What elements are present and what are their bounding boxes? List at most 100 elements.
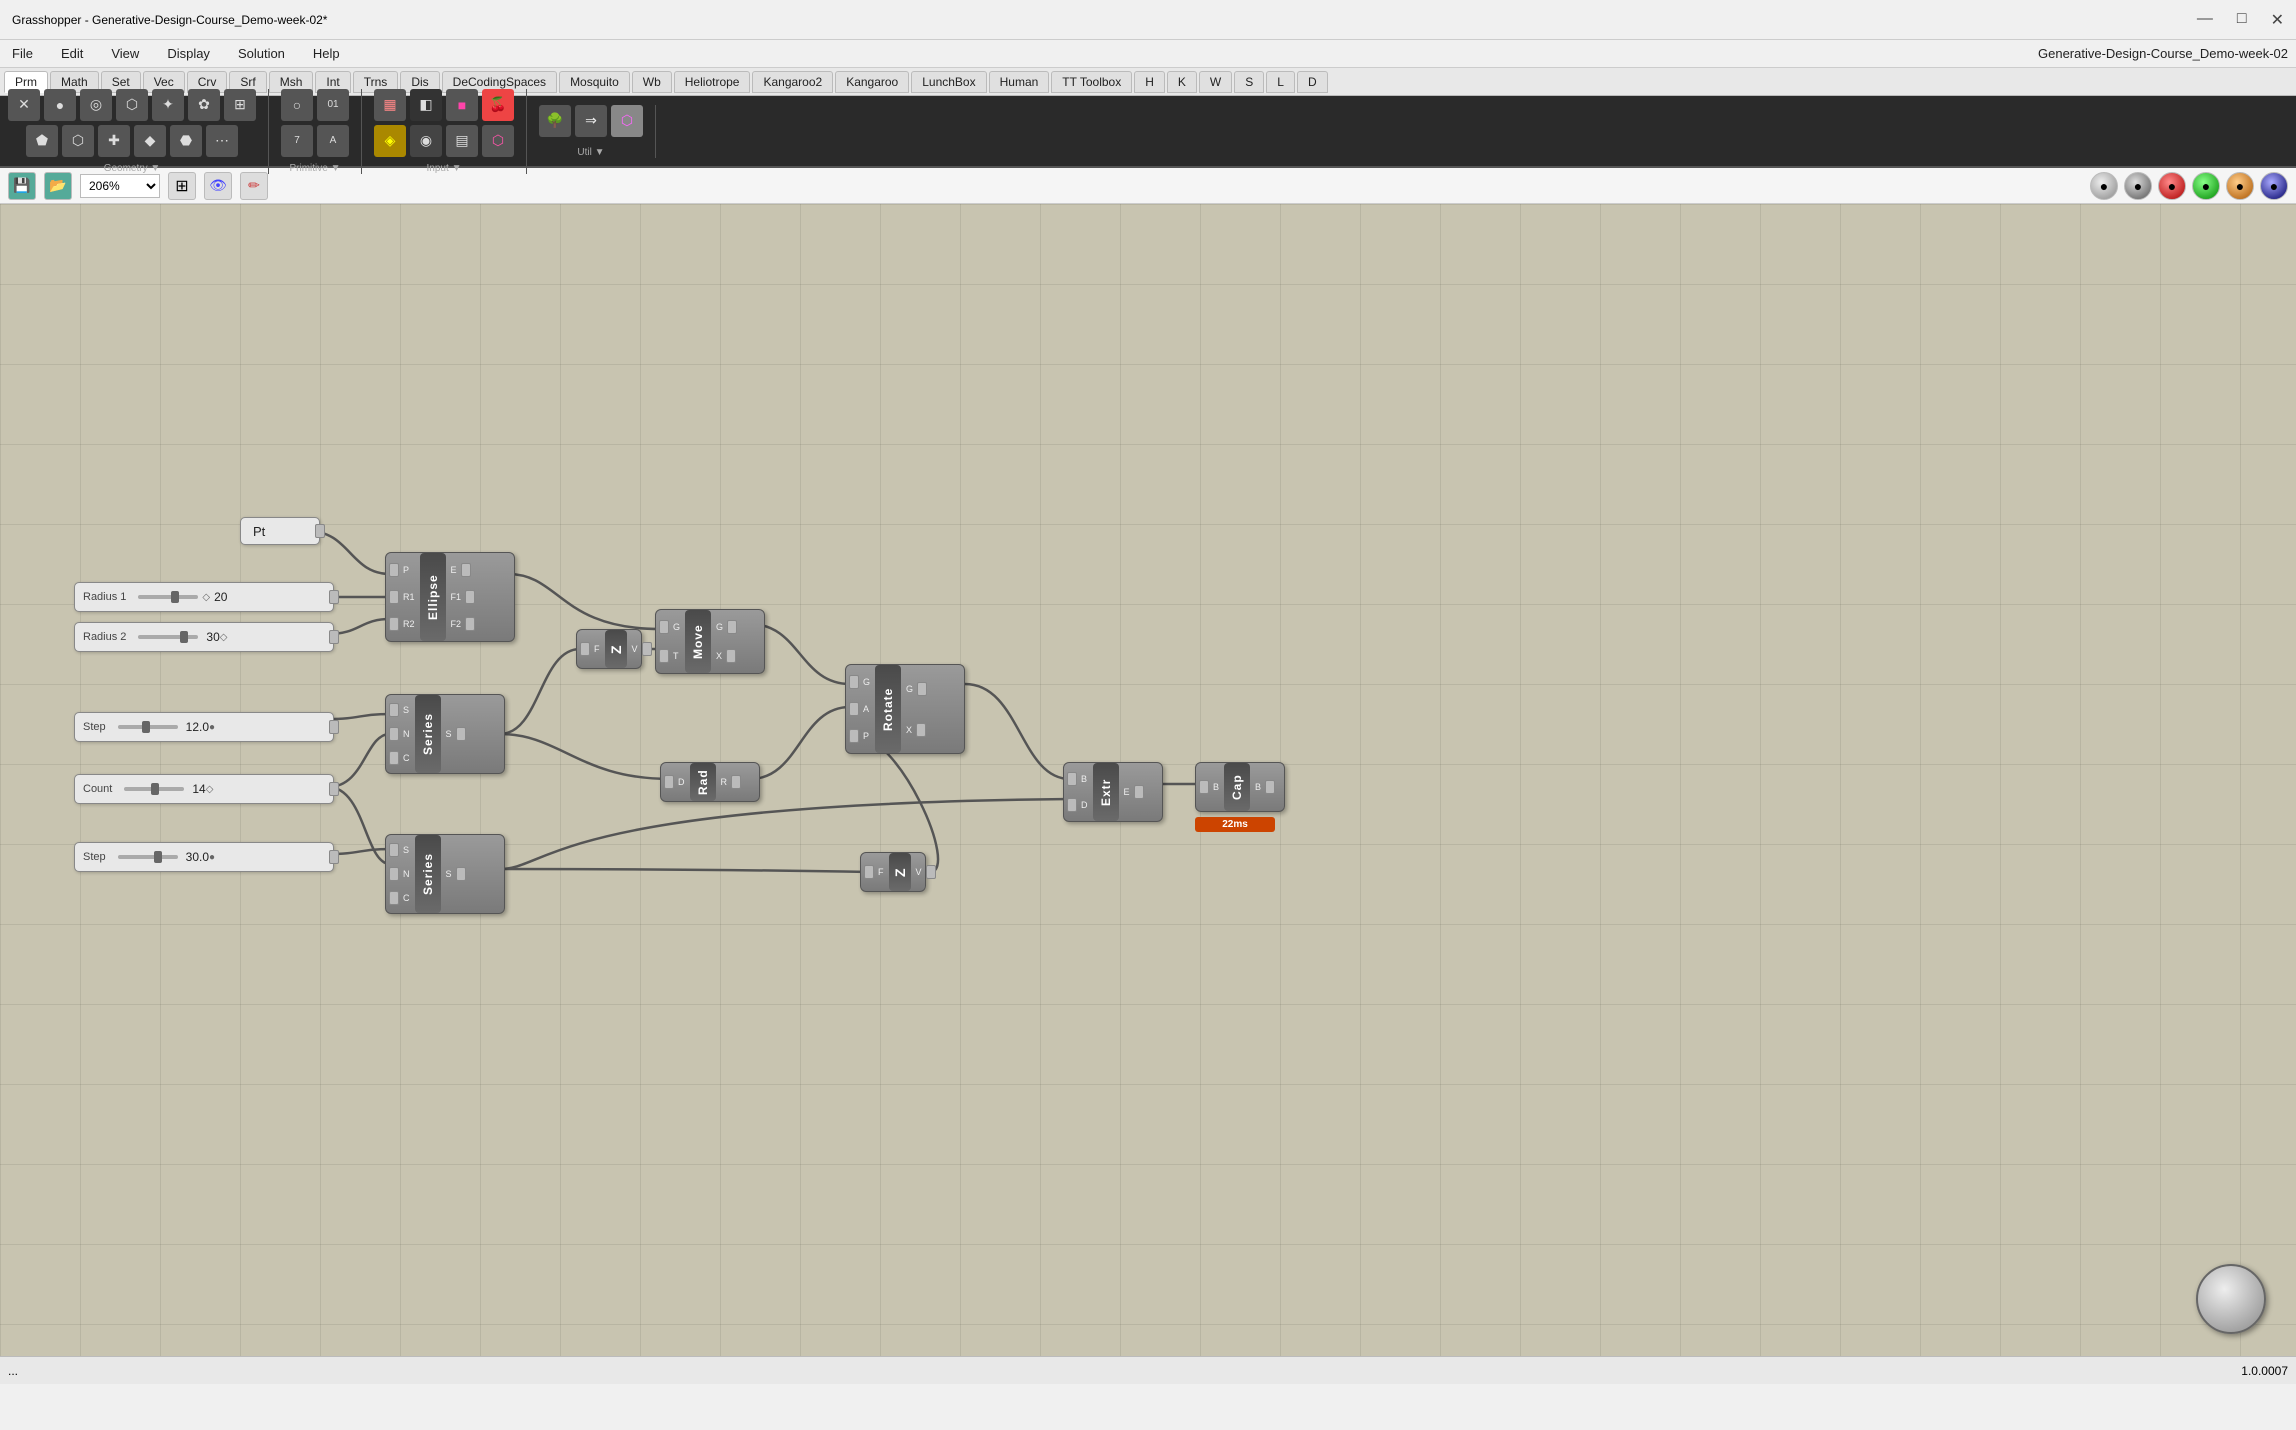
tool-dot[interactable]: ⬟: [26, 125, 58, 157]
tool-util-2[interactable]: ⇒: [575, 105, 607, 137]
count-thumb[interactable]: [151, 783, 159, 795]
tab-kangaroo2[interactable]: Kangaroo2: [752, 71, 833, 93]
extr-ports-right: E: [1119, 763, 1147, 821]
zoom-select[interactable]: 50%100%150% 206%300%: [80, 174, 160, 198]
series2-ports-right: S: [441, 835, 469, 913]
tool-input-6[interactable]: ◉: [410, 125, 442, 157]
input-group: ▦ ◧ ■ 🍒 ◈ ◉ ▤ ⬡ Input ▼: [374, 89, 527, 174]
view-button[interactable]: 👁: [204, 172, 232, 200]
count-slider[interactable]: Count 14 ◇: [74, 774, 334, 804]
radius1-slider[interactable]: Radius 1 ◇ 20: [74, 582, 334, 612]
tool-prim-A[interactable]: A: [317, 125, 349, 157]
tool-grid[interactable]: ⊞: [224, 89, 256, 121]
tab-d[interactable]: D: [1297, 71, 1328, 93]
canvas[interactable]: Pt P R1 R2 Ellipse E F1 F2 Radius 1 ◇ 20…: [0, 204, 2296, 1384]
tab-k[interactable]: K: [1167, 71, 1197, 93]
rotate-node[interactable]: G A P Rotate G X: [845, 664, 965, 754]
tool-input-1[interactable]: ▦: [374, 89, 406, 121]
tool-input-3[interactable]: ■: [446, 89, 478, 121]
close-button[interactable]: ✕: [2271, 10, 2284, 30]
tool-cross[interactable]: ✚: [98, 125, 130, 157]
sketch-button[interactable]: ✏: [240, 172, 268, 200]
extr-node[interactable]: B D Extr E: [1063, 762, 1163, 822]
tool-diamond[interactable]: ◆: [134, 125, 166, 157]
sphere-dark[interactable]: ●: [2124, 172, 2152, 200]
series1-port-n: [389, 727, 399, 741]
input-row-1: ▦ ◧ ■ 🍒: [374, 89, 514, 121]
tool-star[interactable]: ✦: [152, 89, 184, 121]
radius2-slider[interactable]: Radius 2 30 ◇: [74, 622, 334, 652]
fit-button[interactable]: ⊞: [168, 172, 196, 200]
tool-input-4[interactable]: 🍒: [482, 89, 514, 121]
series1-node[interactable]: S N C Series S: [385, 694, 505, 774]
tool-input-5[interactable]: ◈: [374, 125, 406, 157]
tool-prim-circle[interactable]: ○: [281, 89, 313, 121]
extr-port-e: [1134, 785, 1144, 799]
open-button[interactable]: 📂: [44, 172, 72, 200]
tab-tt-toolbox[interactable]: TT Toolbox: [1051, 71, 1132, 93]
tool-circle[interactable]: ●: [44, 89, 76, 121]
cap-node[interactable]: B Cap B: [1195, 762, 1285, 812]
tool-more[interactable]: ⋯: [206, 125, 238, 157]
radius1-track[interactable]: [138, 595, 198, 599]
navigator-sphere[interactable]: [2196, 1264, 2266, 1334]
maximize-button[interactable]: □: [2237, 10, 2247, 30]
step2-slider[interactable]: Step 30.0 ●: [74, 842, 334, 872]
step2-thumb[interactable]: [154, 851, 162, 863]
tool-x[interactable]: ✕: [8, 89, 40, 121]
tab-kangaroo[interactable]: Kangaroo: [835, 71, 909, 93]
tool-input-8[interactable]: ⬡: [482, 125, 514, 157]
menu-solution[interactable]: Solution: [234, 44, 289, 63]
tab-heliotrope[interactable]: Heliotrope: [674, 71, 751, 93]
tab-mosquito[interactable]: Mosquito: [559, 71, 630, 93]
tool-flower[interactable]: ✿: [188, 89, 220, 121]
titlebar: Grasshopper - Generative-Design-Course_D…: [0, 0, 2296, 40]
tool-input-2[interactable]: ◧: [410, 89, 442, 121]
tool-input-7[interactable]: ▤: [446, 125, 478, 157]
sphere-grey[interactable]: ●: [2090, 172, 2118, 200]
tool-util-3[interactable]: ⬡: [611, 105, 643, 137]
menu-display[interactable]: Display: [163, 44, 214, 63]
tab-lunchbox[interactable]: LunchBox: [911, 71, 986, 93]
tool-hexsolid[interactable]: ⬡: [62, 125, 94, 157]
radius1-thumb[interactable]: [171, 591, 179, 603]
tab-l[interactable]: L: [1266, 71, 1295, 93]
zunit2-node[interactable]: F Z V: [860, 852, 926, 892]
menu-edit[interactable]: Edit: [57, 44, 87, 63]
tool-ring[interactable]: ◎: [80, 89, 112, 121]
tab-w[interactable]: W: [1199, 71, 1232, 93]
step1-slider[interactable]: Step 12.0 ●: [74, 712, 334, 742]
menu-help[interactable]: Help: [309, 44, 344, 63]
count-track[interactable]: [124, 787, 184, 791]
sphere-green[interactable]: ●: [2192, 172, 2220, 200]
tool-hex[interactable]: ⬡: [116, 89, 148, 121]
sphere-blue[interactable]: ●: [2260, 172, 2288, 200]
move-ports-right: G X: [711, 610, 740, 673]
save-button[interactable]: 💾: [8, 172, 36, 200]
minimize-button[interactable]: —: [2197, 10, 2213, 30]
zunit1-node[interactable]: F Z V: [576, 629, 642, 669]
tool-prim-7[interactable]: 7: [281, 125, 313, 157]
series2-node[interactable]: S N C Series S: [385, 834, 505, 914]
tool-oct[interactable]: ⬣: [170, 125, 202, 157]
zunit1-port-v: [642, 642, 652, 656]
rad-node[interactable]: D Rad R: [660, 762, 760, 802]
radius2-track[interactable]: [138, 635, 198, 639]
ellipse-node[interactable]: P R1 R2 Ellipse E F1 F2: [385, 552, 515, 642]
tool-prim-01[interactable]: 01: [317, 89, 349, 121]
step1-thumb[interactable]: [142, 721, 150, 733]
tab-wb[interactable]: Wb: [632, 71, 672, 93]
step2-track[interactable]: [118, 855, 178, 859]
radius2-thumb[interactable]: [180, 631, 188, 643]
pt-node[interactable]: Pt: [240, 517, 320, 545]
step1-track[interactable]: [118, 725, 178, 729]
tab-human[interactable]: Human: [989, 71, 1050, 93]
tab-s[interactable]: S: [1234, 71, 1264, 93]
move-node[interactable]: G T Move G X: [655, 609, 765, 674]
sphere-orange[interactable]: ●: [2226, 172, 2254, 200]
menu-view[interactable]: View: [107, 44, 143, 63]
tab-h[interactable]: H: [1134, 71, 1165, 93]
tool-util-1[interactable]: 🌳: [539, 105, 571, 137]
menu-file[interactable]: File: [8, 44, 37, 63]
sphere-red[interactable]: ●: [2158, 172, 2186, 200]
